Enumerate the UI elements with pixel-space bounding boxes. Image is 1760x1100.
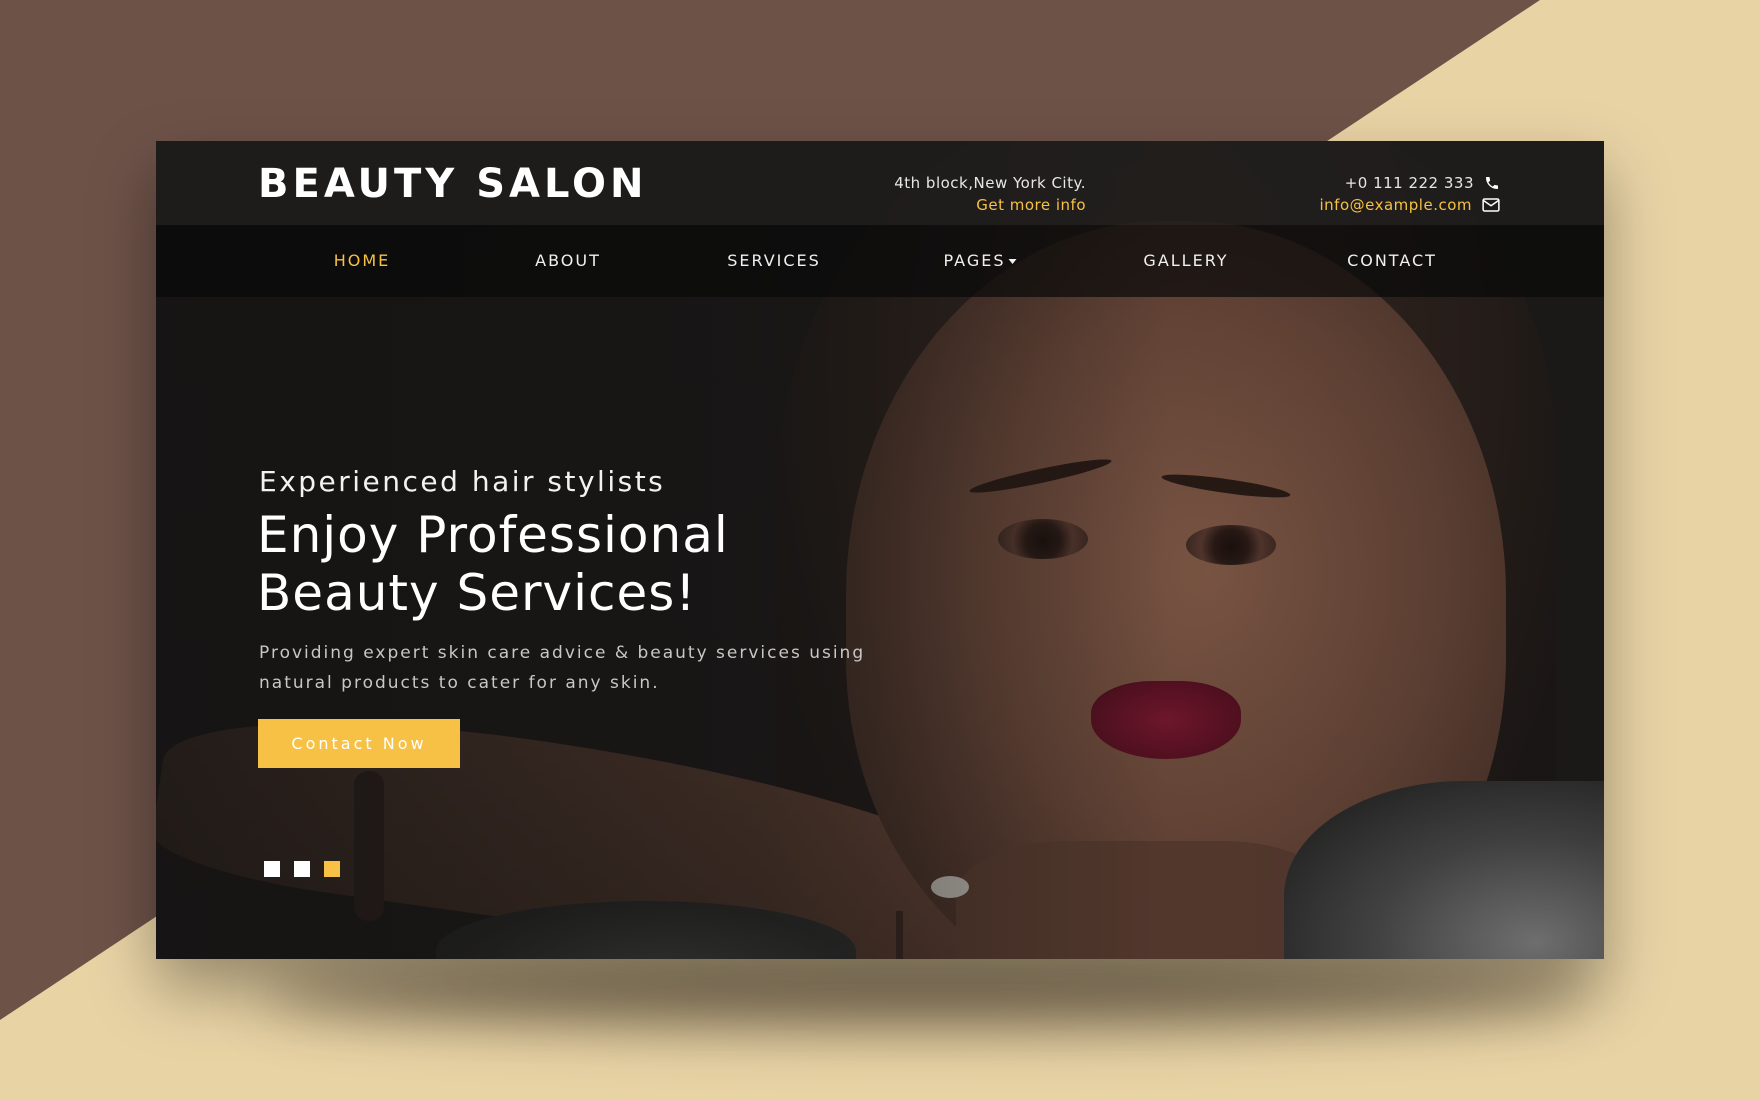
slider-dot-3[interactable] [324, 861, 340, 877]
slider-dots [264, 861, 340, 877]
caret-down-icon [1008, 259, 1017, 264]
site-logo[interactable]: BEAUTY SALON [258, 161, 648, 207]
hero-eyebrow: Experienced hair stylists [259, 465, 666, 498]
address-text: 4th block,New York City. [894, 174, 1086, 192]
nav-pages[interactable]: PAGES [944, 251, 1017, 270]
website-mockup: BEAUTY SALON 4th block,New York City. Ge… [156, 141, 1604, 959]
contact-block: +0 111 222 333 info@example.com [1320, 172, 1501, 216]
phone-text[interactable]: +0 111 222 333 [1345, 172, 1474, 194]
top-bar: BEAUTY SALON 4th block,New York City. Ge… [156, 141, 1604, 225]
more-info-link[interactable]: Get more info [894, 194, 1086, 216]
nav-pages-label: PAGES [943, 251, 1006, 270]
hero-headline-line1: Enjoy Professional [257, 506, 729, 564]
contact-now-button[interactable]: Contact Now [258, 719, 460, 768]
nav-contact[interactable]: CONTACT [1347, 251, 1437, 270]
nav-gallery[interactable]: GALLERY [1143, 251, 1228, 270]
nav-home[interactable]: HOME [334, 251, 391, 270]
hero-headline: Enjoy Professional Beauty Services! [257, 506, 877, 622]
nav-services[interactable]: SERVICES [727, 251, 821, 270]
email-link[interactable]: info@example.com [1320, 194, 1473, 216]
mockup-shadow [260, 958, 1590, 1028]
hero-headline-line2: Beauty Services! [257, 564, 697, 622]
envelope-icon [1482, 197, 1500, 213]
nav-about[interactable]: ABOUT [535, 251, 601, 270]
slider-dot-2[interactable] [294, 861, 310, 877]
phone-icon [1484, 175, 1500, 191]
hero-description: Providing expert skin care advice & beau… [259, 643, 866, 693]
main-nav: HOME ABOUT SERVICES PAGES GALLERY CONTAC… [156, 225, 1604, 297]
slider-dot-1[interactable] [264, 861, 280, 877]
address-block: 4th block,New York City. Get more info [894, 172, 1086, 216]
